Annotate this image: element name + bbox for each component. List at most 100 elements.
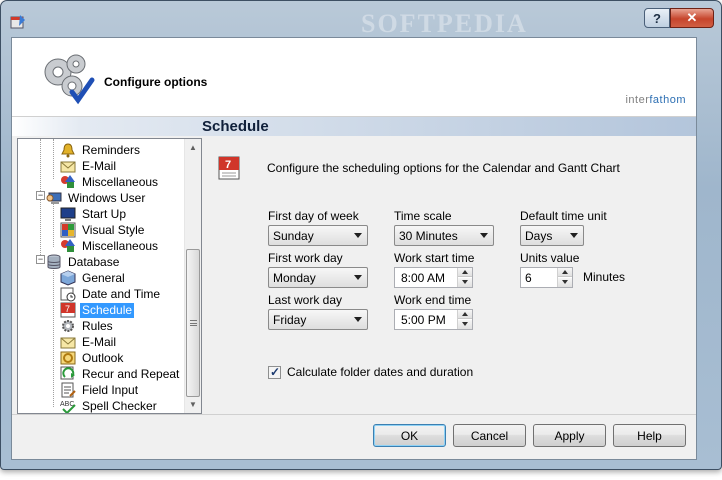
app-icon: [10, 15, 25, 29]
tree-item-spell-checker[interactable]: ABC Spell Checker: [60, 398, 159, 413]
work-end-label: Work end time: [394, 293, 472, 307]
spellcheck-icon: ABC: [60, 401, 76, 413]
options-window: SOFTPEDIA ? ✕ Configure options interfat…: [0, 0, 722, 470]
brand-part2: fathom: [649, 94, 686, 106]
palette-icon: [60, 222, 76, 238]
time-scale-select[interactable]: 30 Minutes: [394, 225, 494, 246]
bell-icon: [61, 143, 75, 158]
page-title: Configure options: [104, 75, 208, 89]
outlook-icon: [60, 351, 76, 365]
work-start-down-button[interactable]: [458, 278, 472, 287]
chevron-down-icon: [480, 233, 488, 238]
work-start-stepper[interactable]: 8:00 AM: [394, 267, 473, 288]
gear-icon: [62, 320, 74, 332]
tree-item-recur-and-repeat[interactable]: Recur and Repeat: [60, 366, 181, 382]
button-bar: OK Cancel Apply Help: [12, 414, 696, 459]
section-title: Schedule: [202, 118, 269, 135]
first-day-select[interactable]: Sunday: [268, 225, 368, 246]
tree-item-rules[interactable]: Rules: [60, 318, 115, 334]
chevron-down-icon: [354, 233, 362, 238]
units-value-stepper[interactable]: 6: [520, 267, 573, 288]
monitor-icon: [60, 207, 76, 221]
scroll-thumb[interactable]: [186, 249, 200, 397]
expander-windows-user[interactable]: −: [36, 191, 45, 200]
scroll-up-button[interactable]: ▲: [185, 139, 201, 156]
header-banner: Configure options interfathom: [12, 38, 696, 117]
scroll-down-button[interactable]: ▼: [185, 396, 201, 413]
help-title-button[interactable]: ?: [644, 8, 670, 28]
database-icon: [47, 254, 61, 269]
tree-item-email[interactable]: E-Mail: [60, 158, 118, 174]
checkmark-icon: ✓: [270, 364, 281, 379]
calc-folder-dates-checkbox[interactable]: ✓: [268, 364, 281, 379]
recur-icon: [60, 366, 75, 380]
units-up-button[interactable]: [558, 268, 572, 277]
default-unit-label: Default time unit: [520, 209, 607, 223]
gears-check-icon: [44, 54, 95, 105]
shapes-icon: [61, 239, 75, 252]
apply-button[interactable]: Apply: [533, 424, 606, 447]
time-scale-label: Time scale: [394, 209, 452, 223]
title-bar[interactable]: SOFTPEDIA ? ✕: [1, 1, 721, 38]
first-day-value: Sunday: [273, 228, 314, 243]
tree-item-visual-style[interactable]: Visual Style: [60, 222, 146, 238]
work-start-label: Work start time: [394, 251, 475, 265]
first-work-day-label: First work day: [268, 251, 343, 265]
first-work-day-value: Monday: [273, 270, 316, 285]
brand-logo: interfathom: [625, 94, 686, 106]
tree-scrollbar[interactable]: ▲ ▼: [184, 139, 201, 413]
options-tree[interactable]: − − Reminders E-Mail Miscellaneous Windo…: [17, 138, 202, 414]
units-down-button[interactable]: [558, 278, 572, 287]
clock-icon: [60, 287, 76, 302]
tree-item-windows-user[interactable]: Windows User: [46, 190, 147, 206]
svg-text:7: 7: [225, 159, 231, 171]
cube-icon: [60, 270, 76, 286]
envelope-icon: [60, 161, 76, 173]
units-suffix: Minutes: [583, 270, 626, 284]
help-button[interactable]: Help: [613, 424, 686, 447]
time-scale-value: 30 Minutes: [399, 228, 458, 243]
chevron-down-icon: [354, 317, 362, 322]
form-icon: [61, 382, 76, 398]
tree-item-field-input[interactable]: Field Input: [60, 382, 140, 398]
work-end-down-button[interactable]: [458, 320, 472, 329]
work-end-stepper[interactable]: 5:00 PM: [394, 309, 473, 330]
default-unit-select[interactable]: Days: [520, 225, 584, 246]
user-computer-icon: [46, 192, 62, 204]
work-start-value: 8:00 AM: [401, 271, 446, 285]
shapes-icon: [61, 175, 75, 188]
tree-item-reminders[interactable]: Reminders: [60, 142, 142, 158]
first-work-day-select[interactable]: Monday: [268, 267, 368, 288]
last-work-day-label: Last work day: [268, 293, 343, 307]
tree-item-database[interactable]: Database: [46, 254, 121, 270]
tree-item-miscellaneous-2[interactable]: Miscellaneous: [60, 238, 160, 254]
work-end-up-button[interactable]: [458, 310, 472, 319]
tree-item-start-up[interactable]: Start Up: [60, 206, 128, 222]
units-value: 6: [525, 271, 532, 285]
schedule-description: Configure the scheduling options for the…: [267, 161, 620, 175]
units-value-label: Units value: [520, 251, 580, 265]
tree-item-outlook[interactable]: Outlook: [60, 350, 125, 366]
calc-folder-dates-label: Calculate folder dates and duration: [287, 365, 474, 379]
work-start-up-button[interactable]: [458, 268, 472, 277]
dialog-client: Configure options interfathom Schedule −…: [11, 37, 697, 460]
envelope-icon: [60, 337, 76, 349]
brand-part1: inter: [625, 94, 650, 106]
last-work-day-select[interactable]: Friday: [268, 309, 368, 330]
ok-button[interactable]: OK: [373, 424, 446, 447]
tree-item-date-and-time[interactable]: Date and Time: [60, 286, 162, 302]
calendar-icon: 7: [60, 302, 76, 318]
svg-text:7: 7: [65, 304, 70, 314]
cancel-button[interactable]: Cancel: [453, 424, 526, 447]
calc-folder-dates-row[interactable]: ✓ Calculate folder dates and duration: [268, 365, 473, 379]
tree-item-email-2[interactable]: E-Mail: [60, 334, 118, 350]
first-day-label: First day of week: [268, 209, 359, 223]
close-title-button[interactable]: ✕: [670, 8, 714, 28]
tree-item-miscellaneous[interactable]: Miscellaneous: [60, 174, 160, 190]
default-unit-value: Days: [525, 228, 553, 243]
tree-item-general[interactable]: General: [60, 270, 127, 286]
tree-item-schedule[interactable]: 7 Schedule: [60, 302, 135, 318]
expander-database[interactable]: −: [36, 255, 45, 264]
chevron-down-icon: [354, 275, 362, 280]
section-bar: Schedule: [12, 117, 696, 136]
